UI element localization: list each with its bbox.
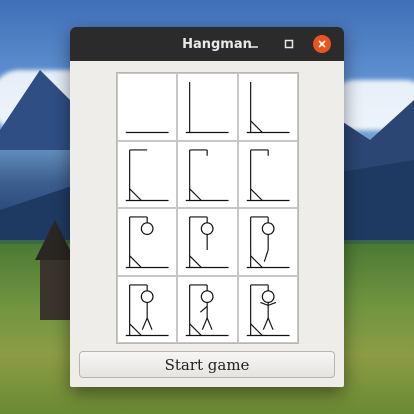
gallows-legs <box>267 317 274 330</box>
hangman-drawing <box>125 131 169 134</box>
hangman-drawing <box>246 216 290 269</box>
gallows-brace <box>129 187 142 201</box>
gallows-head <box>261 222 275 236</box>
gallows-brace <box>129 322 142 336</box>
hangman-stage-4 <box>117 140 178 208</box>
gallows-brace <box>249 120 263 133</box>
hangman-stage-10 <box>117 275 178 343</box>
gallows-brace <box>129 255 142 268</box>
gallows-brace <box>249 255 263 268</box>
gallows-legs <box>141 317 148 330</box>
hangman-drawing <box>125 216 169 269</box>
gallows-legs <box>146 317 153 330</box>
minimize-icon[interactable] <box>245 35 263 53</box>
hangman-stage-6 <box>237 140 298 208</box>
hangman-stage-5 <box>177 140 238 208</box>
gallows-legs <box>202 317 209 330</box>
window-title: Hangman <box>182 36 252 52</box>
gallows-brace <box>189 255 203 268</box>
hangman-drawing <box>246 81 290 134</box>
hangman-stages-grid <box>116 72 299 344</box>
hangman-stage-1 <box>117 73 178 141</box>
gallows-brace <box>189 187 203 201</box>
hangman-stage-12 <box>237 275 298 343</box>
hangman-drawing <box>125 148 169 201</box>
gallows-head <box>140 222 154 236</box>
hangman-drawing <box>246 283 290 336</box>
title-bar[interactable]: Hangman <box>70 27 344 61</box>
start-game-button[interactable]: Start game <box>79 351 335 378</box>
hangman-stage-3 <box>237 73 298 141</box>
hangman-drawing <box>186 216 229 269</box>
gallows-head <box>201 222 214 236</box>
hangman-stage-8 <box>177 208 238 276</box>
hangman-drawing <box>186 148 229 201</box>
hangman-stage-9 <box>237 208 298 276</box>
gallows-brace <box>189 322 203 336</box>
hangman-drawing <box>125 283 169 336</box>
maximize-icon[interactable] <box>280 35 298 53</box>
hangman-window: Hangman Start game <box>70 27 344 387</box>
hangman-drawing <box>246 148 290 201</box>
gallows-head <box>201 289 214 303</box>
gallows-legs <box>206 317 213 330</box>
gallows-brace <box>249 322 263 336</box>
gallows-head <box>261 289 275 303</box>
hangman-drawing <box>186 81 229 134</box>
hangman-stage-7 <box>117 208 178 276</box>
hangman-stage-2 <box>177 73 238 141</box>
gallows-brace <box>249 187 263 201</box>
hangman-stage-11 <box>177 275 238 343</box>
gallows-legs <box>262 317 269 330</box>
gallows-arm-left <box>200 305 208 313</box>
gallows-leg-left <box>263 249 269 262</box>
hangman-drawing <box>186 283 229 336</box>
close-icon[interactable] <box>313 35 331 53</box>
gallows-head <box>140 289 154 303</box>
